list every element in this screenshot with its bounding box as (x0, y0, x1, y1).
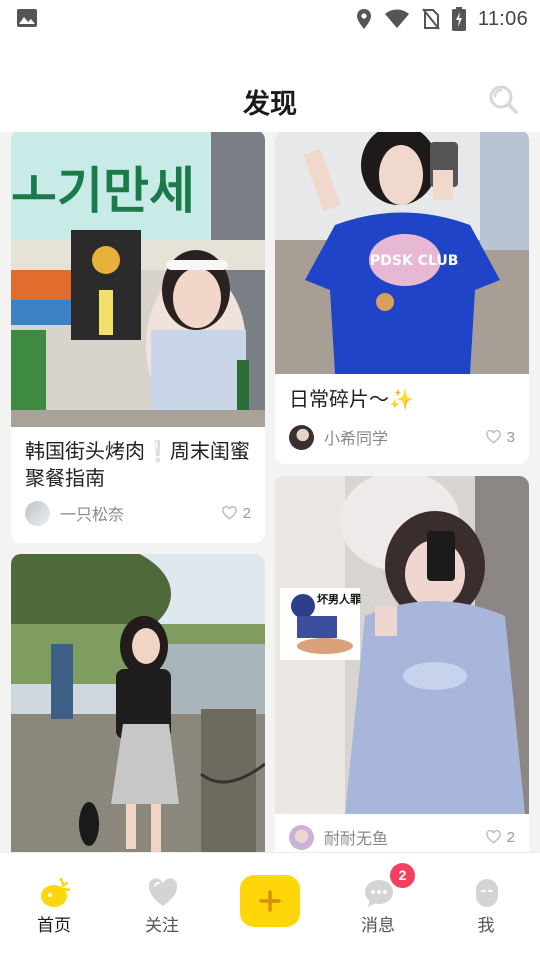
caption-text: 日常碎片～ (289, 387, 389, 411)
like-count: 2 (242, 504, 251, 522)
street-bbq-photo: ㅗ기만세 (11, 132, 265, 427)
like-button[interactable]: 2 (485, 828, 515, 846)
heart-outline-icon (485, 830, 501, 844)
tab-label: 首页 (37, 916, 71, 936)
tab-home[interactable]: 首页 (9, 871, 99, 936)
caption-text: 韩国街头烤肉 (25, 439, 145, 463)
like-button[interactable]: 3 (485, 428, 515, 446)
bottom-tab-bar: 首页 关注 消息 2 我 (0, 852, 540, 960)
sparkle-emoji: ✨ (389, 387, 414, 411)
heart-outline-icon (221, 506, 237, 520)
discover-feed[interactable]: ㅗ기만세 韩国街头烤肉❕周末闺蜜聚餐指南 一只松奈 2 PDSK CLUB 日常… (0, 132, 540, 852)
shirt-text: PDSK CLUB (370, 253, 458, 269)
post-meta: 一只松奈 2 (25, 500, 251, 526)
tab-profile[interactable]: 我 (441, 871, 531, 936)
post-image[interactable]: 坏男人罪 (275, 476, 529, 814)
feed-card[interactable] (11, 554, 265, 852)
create-post-button[interactable] (240, 875, 300, 927)
unread-badge: 2 (390, 863, 415, 888)
author-name[interactable]: 一只松奈 (60, 501, 222, 525)
search-icon[interactable] (488, 84, 518, 114)
post-meta: 耐耐无鱼 2 (289, 824, 515, 850)
post-image[interactable]: PDSK CLUB (275, 132, 529, 374)
profile-icon (476, 879, 498, 907)
tab-label: 我 (477, 916, 495, 936)
feed-card[interactable]: ㅗ기만세 韩国街头烤肉❕周末闺蜜聚餐指南 一只松奈 2 (11, 132, 265, 543)
battery-charging-icon (451, 7, 466, 31)
feed-card[interactable]: 坏男人罪 耐耐无鱼 2 (275, 476, 529, 852)
lolita-dress-photo: 坏男人罪 (275, 476, 529, 814)
no-sim-icon (422, 8, 440, 30)
avatar[interactable] (289, 824, 314, 850)
author-name[interactable]: 小希同学 (324, 425, 486, 449)
like-button[interactable]: 2 (221, 504, 251, 522)
chat-icon (365, 880, 393, 907)
post-meta: 小希同学 3 (289, 424, 515, 450)
sticker-text: 坏男人罪 (317, 592, 361, 606)
sign-text: ㅗ기만세 (11, 162, 195, 220)
heart-outline-icon (485, 430, 501, 444)
post-caption[interactable]: 韩国街头烤肉❕周末闺蜜聚餐指南 (25, 438, 253, 492)
status-bar: 11:06 (0, 0, 540, 40)
plus-icon (259, 890, 281, 912)
avatar[interactable] (289, 424, 314, 450)
feed-card[interactable]: PDSK CLUB 日常碎片～✨ 小希同学 3 (275, 132, 529, 464)
location-icon (356, 9, 371, 29)
wifi-icon (384, 9, 409, 28)
like-count: 3 (506, 428, 515, 446)
blue-tshirt-photo: PDSK CLUB (275, 132, 529, 374)
clock: 11:06 (477, 7, 528, 30)
post-image[interactable]: ㅗ기만세 (11, 132, 265, 427)
exclamation-emoji: ❕ (145, 439, 170, 463)
page-title: 发现 (243, 89, 297, 120)
like-count: 2 (506, 828, 515, 846)
top-header: 发现 (0, 40, 540, 132)
avatar[interactable] (25, 500, 50, 526)
tab-label: 关注 (145, 916, 179, 936)
lakeside-photo (11, 554, 265, 852)
tab-following[interactable]: 关注 (117, 871, 207, 936)
home-icon (41, 877, 71, 907)
gallery-icon (17, 9, 37, 27)
tab-label: 消息 (361, 916, 395, 936)
post-caption[interactable]: 日常碎片～✨ (289, 386, 517, 413)
heart-icon (148, 878, 178, 906)
post-image[interactable] (11, 554, 265, 852)
author-name[interactable]: 耐耐无鱼 (324, 825, 486, 849)
